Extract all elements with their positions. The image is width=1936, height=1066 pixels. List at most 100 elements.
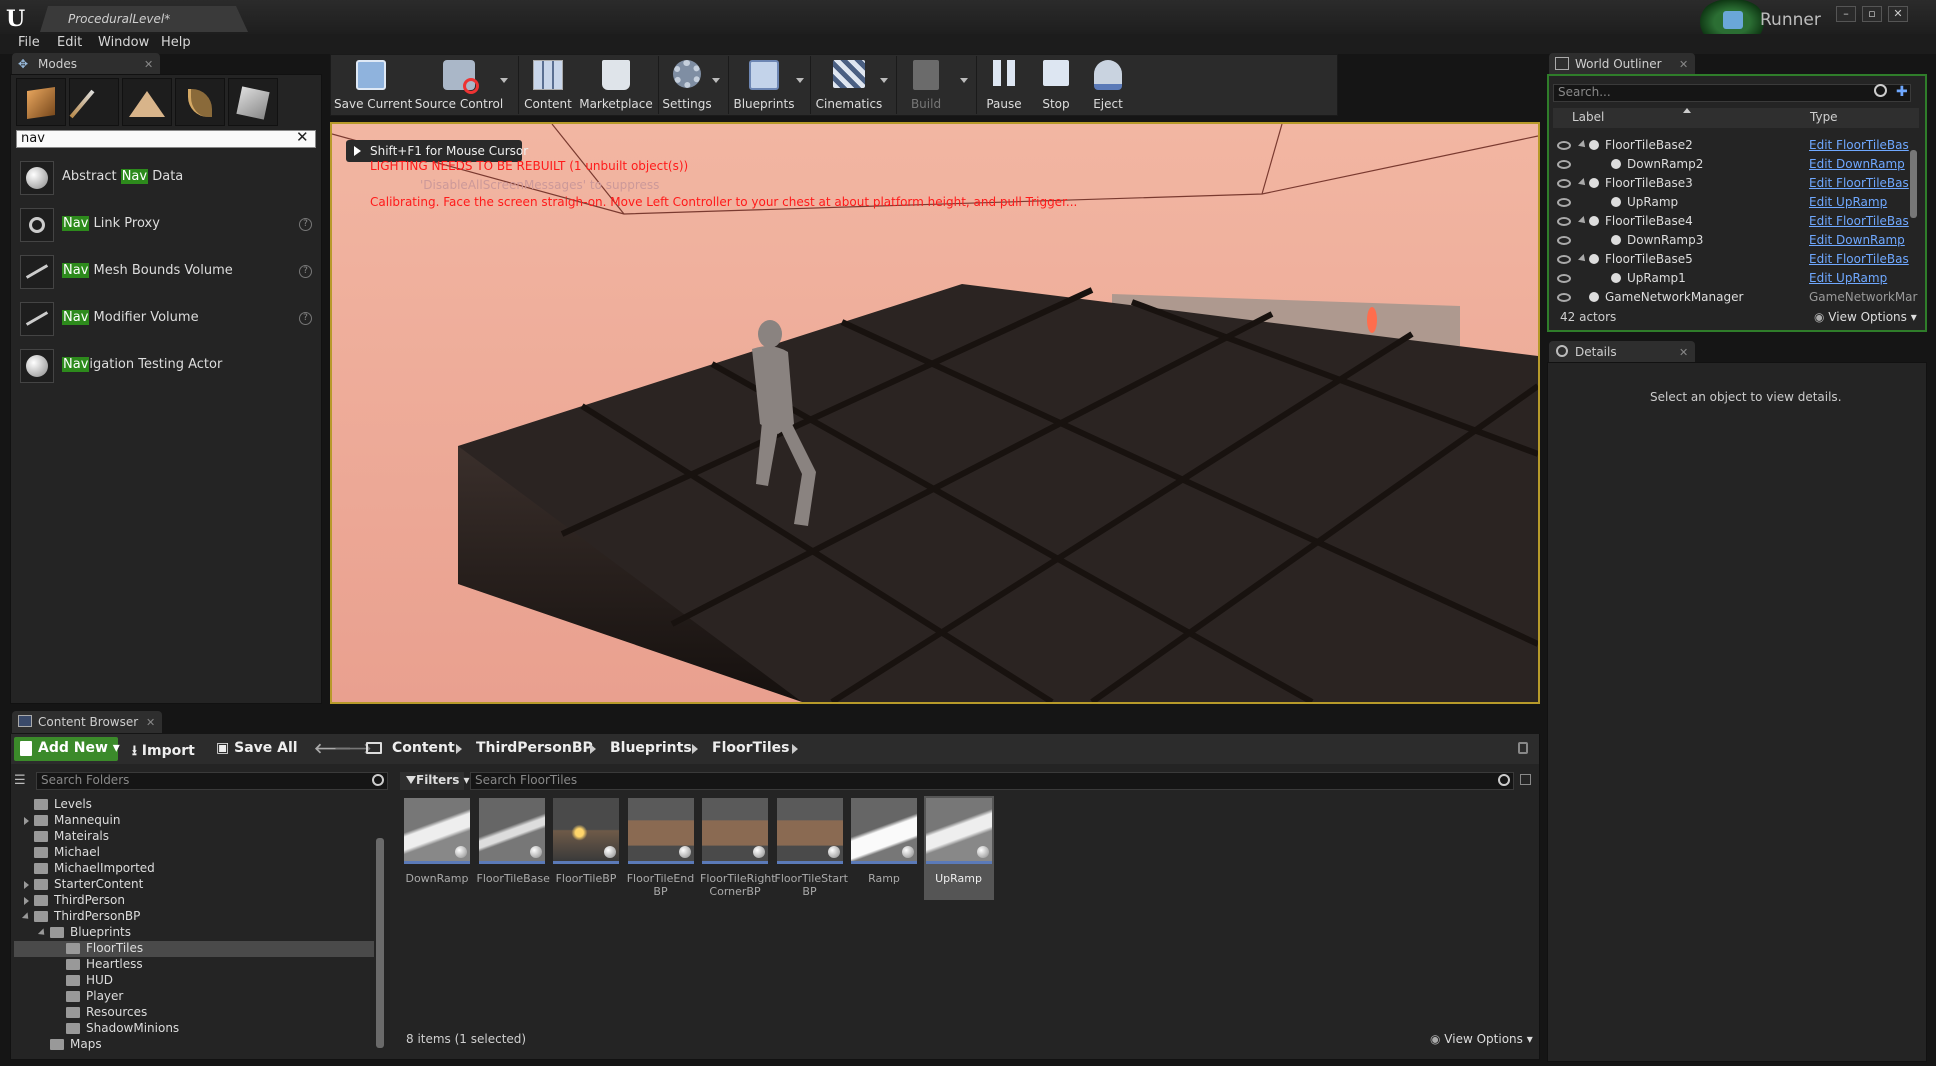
pause-button[interactable]: Pause [982,58,1026,112]
visibility-eye-icon[interactable] [1557,255,1571,264]
actor-type-link[interactable]: Edit UpRamp [1809,195,1887,209]
modes-tab[interactable]: Modes ✕ [12,53,160,75]
breadcrumb-separator-icon[interactable] [692,744,698,754]
asset-search-input[interactable]: Search FloorTiles [470,772,1514,790]
folder-tree-item[interactable]: ThirdPersonBP [14,909,374,925]
expand-arrow-icon[interactable] [1578,178,1588,188]
expand-arrow-icon[interactable] [24,897,29,905]
content-browser-tab[interactable]: Content Browser ✕ [12,711,162,733]
outliner-row[interactable]: UpRamp1 Edit UpRamp [1553,269,1911,288]
folder-tree-item[interactable]: Levels [14,797,374,813]
save-current-button[interactable]: Save Current [334,58,412,112]
source-control-button[interactable]: Source Control [412,58,506,112]
close-button[interactable]: ✕ [1888,6,1908,22]
folder-list-icon[interactable]: ☰ [14,773,30,788]
asset-tile[interactable]: DownRamp [402,796,472,900]
level-viewport[interactable] [330,122,1540,704]
actor-type-link[interactable]: Edit FloorTileBas [1809,252,1909,266]
import-button[interactable]: ⭳ Import [132,740,195,764]
help-icon[interactable]: ? [299,312,312,325]
folder-tree-item[interactable]: Maps [14,1037,374,1053]
expand-arrow-icon[interactable] [24,817,29,825]
expand-arrow-icon[interactable] [1578,140,1588,150]
landscape-mode-button[interactable] [122,78,172,126]
build-button[interactable]: Build [900,58,952,112]
geometry-mode-button[interactable] [228,78,278,126]
mode-item-nav-modifier-volume[interactable]: Nav Modifier Volume ? [18,298,318,338]
asset-tile[interactable]: FloorTileStart BP [775,796,848,900]
build-dropdown-icon[interactable] [960,78,968,83]
breadcrumb-separator-icon[interactable] [590,744,596,754]
outliner-row[interactable]: UpRamp Edit UpRamp [1553,193,1911,212]
folder-tree-item[interactable]: FloorTiles [14,941,374,957]
collapse-arrow-icon[interactable] [37,928,48,938]
asset-view-options-button[interactable]: ◉ View Options ▾ [1430,1032,1533,1046]
asset-tile[interactable]: Ramp [849,796,919,900]
details-tab[interactable]: Details ✕ [1549,341,1695,363]
actor-type-link[interactable]: Edit DownRamp [1809,157,1905,171]
paint-mode-button[interactable] [69,78,119,126]
visibility-eye-icon[interactable] [1557,198,1571,207]
close-icon[interactable]: ✕ [146,716,155,729]
asset-tile[interactable]: FloorTileRight CornerBP [700,796,776,900]
breadcrumb-separator-icon[interactable] [456,744,462,754]
visibility-eye-icon[interactable] [1557,293,1571,302]
visibility-eye-icon[interactable] [1557,160,1571,169]
breadcrumb-floortiles[interactable]: FloorTiles [712,740,789,756]
folder-tree-item[interactable]: Blueprints [14,925,374,941]
clear-search-icon[interactable]: ✕ [296,128,309,146]
outliner-row[interactable]: FloorTileBase2 Edit FloorTileBas [1553,136,1911,155]
breadcrumb-separator-icon[interactable] [792,744,798,754]
expand-arrow-icon[interactable] [24,881,29,889]
content-button[interactable]: Content [522,58,574,112]
breadcrumb-content[interactable]: Content [392,740,455,756]
outliner-row[interactable]: DownRamp2 Edit DownRamp [1553,155,1911,174]
cinematics-button[interactable]: Cinematics [814,58,884,112]
asset-tile[interactable]: UpRamp [923,796,994,900]
minimize-button[interactable]: – [1836,6,1856,22]
outliner-row[interactable]: FloorTileBase4 Edit FloorTileBas [1553,212,1911,231]
folder-tree-item[interactable]: StarterContent [14,877,374,893]
folder-tree-item[interactable]: ThirdPerson [14,893,374,909]
cinematics-dropdown-icon[interactable] [880,78,888,83]
actor-type-link[interactable]: Edit DownRamp [1809,233,1905,247]
folder-tree-item[interactable]: ShadowMinions [14,1021,374,1037]
help-icon[interactable]: ? [299,265,312,278]
mode-item-abstract-nav-data[interactable]: Abstract Nav Data [18,157,318,197]
blueprints-dropdown-icon[interactable] [796,78,804,83]
menu-edit[interactable]: Edit [57,35,82,50]
world-outliner-tab[interactable]: World Outliner ✕ [1549,53,1695,75]
breadcrumb-blueprints[interactable]: Blueprints [610,740,692,756]
actor-type-link[interactable]: Edit FloorTileBas [1809,138,1909,152]
folder-tree-item[interactable]: Mannequin [14,813,374,829]
mode-item-nav-mesh-bounds-volume[interactable]: Nav Mesh Bounds Volume ? [18,251,318,291]
actor-type-link[interactable]: Edit FloorTileBas [1809,176,1909,190]
menu-help[interactable]: Help [161,35,191,50]
folder-tree-scrollbar[interactable] [376,838,384,1048]
outliner-scrollbar[interactable] [1910,150,1917,218]
type-column-header[interactable]: Type [1810,110,1838,124]
folder-tree-item[interactable]: Michael [14,845,374,861]
save-search-icon[interactable] [1520,774,1531,785]
blueprints-button[interactable]: Blueprints [732,58,796,112]
marketplace-button[interactable]: Marketplace [578,58,654,112]
eject-button[interactable]: Eject [1086,58,1130,112]
outliner-row[interactable]: FloorTileBase5 Edit FloorTileBas [1553,250,1911,269]
add-filter-icon[interactable]: ✚ [1896,84,1912,100]
asset-tile[interactable]: FloorTileBP [551,796,621,900]
collapse-arrow-icon[interactable] [21,912,32,922]
visibility-eye-icon[interactable] [1557,217,1571,226]
actor-type-link[interactable]: Edit FloorTileBas [1809,214,1909,228]
label-column-header[interactable]: Label [1572,110,1604,124]
outliner-row[interactable]: DownRamp3 Edit DownRamp [1553,231,1911,250]
settings-button[interactable]: Settings [662,58,712,112]
foliage-mode-button[interactable] [175,78,225,126]
folder-tree-item[interactable]: Resources [14,1005,374,1021]
visibility-eye-icon[interactable] [1557,141,1571,150]
close-icon[interactable]: ✕ [1679,346,1688,359]
asset-tile[interactable]: FloorTileBase [477,796,550,900]
menu-window[interactable]: Window [98,35,149,50]
menu-file[interactable]: File [18,35,40,50]
breadcrumb-thirdpersonbp[interactable]: ThirdPersonBP [476,740,593,756]
mode-item-nav-link-proxy[interactable]: Nav Link Proxy ? [18,204,318,244]
